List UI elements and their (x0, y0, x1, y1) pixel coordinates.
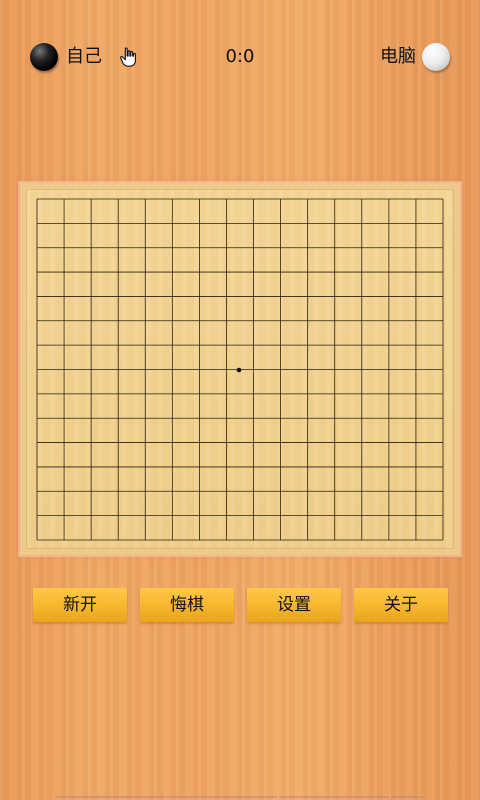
computer-label: 电脑 (380, 46, 416, 67)
game-board[interactable] (26, 189, 454, 549)
undo-button[interactable]: 悔棋 (140, 588, 234, 622)
about-button[interactable]: 关于 (354, 588, 448, 622)
button-row: 新开 悔棋 设置 关于 (33, 588, 449, 624)
bottom-divider (55, 796, 425, 798)
new-game-button[interactable]: 新开 (33, 588, 127, 622)
status-bar: 自己 0:0 电脑 (30, 40, 450, 76)
center-star-point (236, 367, 242, 373)
computer-white-stone-icon (422, 43, 450, 71)
game-board-frame (20, 183, 460, 555)
board-grid[interactable] (26, 189, 454, 549)
settings-button[interactable]: 设置 (247, 588, 341, 622)
